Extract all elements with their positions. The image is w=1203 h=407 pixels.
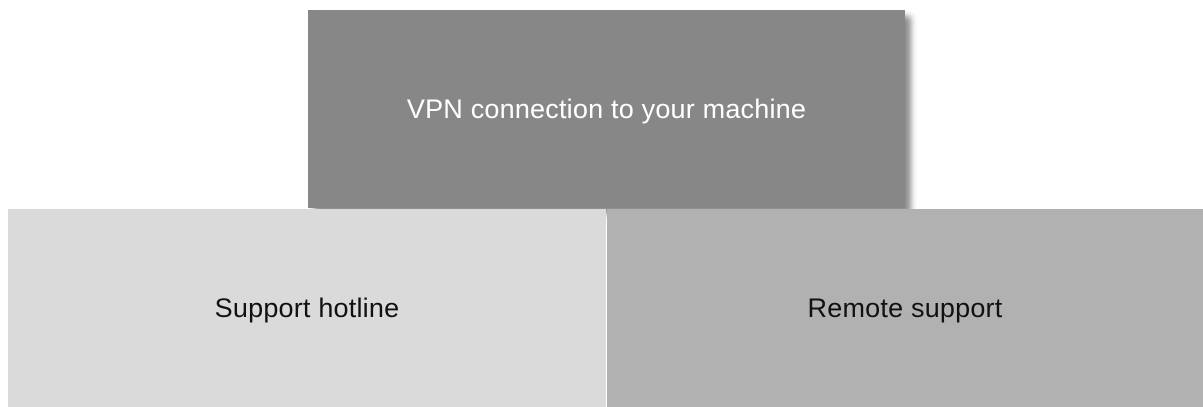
vpn-connection-label: VPN connection to your machine (406, 93, 807, 124)
support-hotline-label: Support hotline (214, 292, 400, 323)
support-hotline-block: Support hotline (8, 209, 606, 407)
vpn-connection-block: VPN connection to your machine (308, 10, 905, 208)
remote-support-block: Remote support (607, 209, 1203, 407)
remote-support-label: Remote support (807, 292, 1003, 323)
support-diagram: VPN connection to your machine Support h… (0, 0, 1203, 407)
